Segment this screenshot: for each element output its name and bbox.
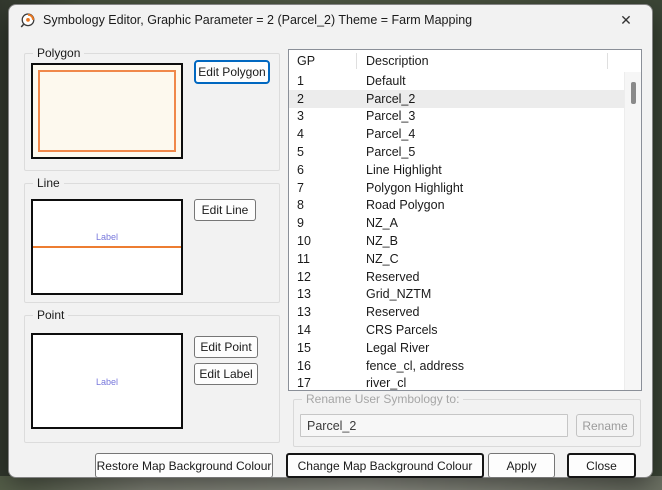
apply-button[interactable]: Apply [488, 453, 555, 478]
polygon-group-label: Polygon [33, 46, 84, 60]
row-description-cell: Reserved [358, 305, 624, 319]
row-description-cell: Parcel_3 [358, 109, 624, 123]
row-gp-cell: 15 [289, 341, 358, 355]
line-symbol-swatch [33, 246, 181, 248]
table-row[interactable]: 1 Default [289, 72, 624, 90]
column-header-description[interactable]: Description [366, 50, 429, 72]
table-row[interactable]: 7 Polygon Highlight [289, 179, 624, 197]
column-divider [356, 53, 357, 69]
row-gp-cell: 10 [289, 234, 358, 248]
row-gp-cell: 9 [289, 216, 358, 230]
row-gp-cell: 12 [289, 270, 358, 284]
app-icon [19, 12, 36, 29]
symbology-list-body: 1 Default 2 Parcel_2 3 Parcel_3 4 Parcel… [289, 72, 624, 390]
window-title: Symbology Editor, Graphic Parameter = 2 … [43, 5, 472, 35]
rename-button[interactable]: Rename [576, 414, 634, 437]
rename-input[interactable] [300, 414, 568, 437]
symbology-list-header: GP Description [289, 50, 641, 72]
row-description-cell: CRS Parcels [358, 323, 624, 337]
row-gp-cell: 13 [289, 305, 358, 319]
polygon-preview [31, 63, 183, 159]
table-row[interactable]: 9 NZ_A [289, 214, 624, 232]
table-row[interactable]: 5 Parcel_5 [289, 143, 624, 161]
change-map-background-colour-button[interactable]: Change Map Background Colour [286, 453, 484, 478]
close-icon[interactable]: ✕ [612, 9, 640, 31]
row-description-cell: NZ_B [358, 234, 624, 248]
row-description-cell: NZ_A [358, 216, 624, 230]
edit-label-button[interactable]: Edit Label [194, 363, 258, 385]
row-gp-cell: 7 [289, 181, 358, 195]
row-gp-cell: 3 [289, 109, 358, 123]
point-preview: Label [31, 333, 183, 429]
table-row[interactable]: 13 Grid_NZTM [289, 286, 624, 304]
row-gp-cell: 13 [289, 287, 358, 301]
row-description-cell: Grid_NZTM [358, 287, 624, 301]
table-row[interactable]: 10 NZ_B [289, 232, 624, 250]
row-gp-cell: 2 [289, 92, 358, 106]
row-description-cell: NZ_C [358, 252, 624, 266]
row-description-cell: Polygon Highlight [358, 181, 624, 195]
point-group-label: Point [33, 308, 68, 322]
row-description-cell: fence_cl, address [358, 359, 624, 373]
symbology-list[interactable]: GP Description 1 Default 2 Parcel_2 3 Pa… [288, 49, 642, 391]
edit-point-button[interactable]: Edit Point [194, 336, 258, 358]
line-preview-label: Label [33, 232, 181, 242]
line-group-label: Line [33, 176, 64, 190]
table-row[interactable]: 16 fence_cl, address [289, 357, 624, 375]
row-gp-cell: 6 [289, 163, 358, 177]
table-row[interactable]: 13 Reserved [289, 303, 624, 321]
edit-polygon-button[interactable]: Edit Polygon [194, 60, 270, 84]
symbology-editor-dialog: Symbology Editor, Graphic Parameter = 2 … [8, 4, 653, 478]
row-description-cell: Parcel_4 [358, 127, 624, 141]
restore-map-background-colour-button[interactable]: Restore Map Background Colour [95, 453, 273, 478]
column-divider [607, 53, 608, 69]
table-row[interactable]: 17 river_cl [289, 375, 624, 390]
table-row[interactable]: 6 Line Highlight [289, 161, 624, 179]
polygon-symbol-swatch [38, 70, 176, 152]
table-row[interactable]: 11 NZ_C [289, 250, 624, 268]
table-row[interactable]: 4 Parcel_4 [289, 125, 624, 143]
edit-line-button[interactable]: Edit Line [194, 199, 256, 221]
row-gp-cell: 16 [289, 359, 358, 373]
row-gp-cell: 4 [289, 127, 358, 141]
table-row[interactable]: 15 Legal River [289, 339, 624, 357]
row-gp-cell: 17 [289, 376, 358, 390]
row-description-cell: Parcel_2 [358, 92, 624, 106]
row-gp-cell: 11 [289, 252, 358, 266]
point-preview-label: Label [33, 377, 181, 387]
row-gp-cell: 8 [289, 198, 358, 212]
table-row[interactable]: 3 Parcel_3 [289, 108, 624, 126]
titlebar: Symbology Editor, Graphic Parameter = 2 … [9, 5, 652, 35]
row-gp-cell: 14 [289, 323, 358, 337]
table-row[interactable]: 14 CRS Parcels [289, 321, 624, 339]
row-description-cell: river_cl [358, 376, 624, 390]
row-description-cell: Line Highlight [358, 163, 624, 177]
list-scrollbar[interactable] [624, 72, 641, 390]
row-description-cell: Default [358, 74, 624, 88]
line-preview: Label [31, 199, 183, 295]
row-description-cell: Parcel_5 [358, 145, 624, 159]
table-row[interactable]: 12 Reserved [289, 268, 624, 286]
scrollbar-thumb[interactable] [631, 82, 636, 104]
row-gp-cell: 1 [289, 74, 358, 88]
row-description-cell: Legal River [358, 341, 624, 355]
table-row[interactable]: 2 Parcel_2 [289, 90, 624, 108]
row-description-cell: Reserved [358, 270, 624, 284]
table-row[interactable]: 8 Road Polygon [289, 197, 624, 215]
row-gp-cell: 5 [289, 145, 358, 159]
column-header-gp[interactable]: GP [297, 50, 315, 72]
rename-group: Rename User Symbology to: Rename [293, 399, 641, 447]
rename-group-label: Rename User Symbology to: [302, 392, 463, 406]
close-button[interactable]: Close [567, 453, 636, 478]
row-description-cell: Road Polygon [358, 198, 624, 212]
